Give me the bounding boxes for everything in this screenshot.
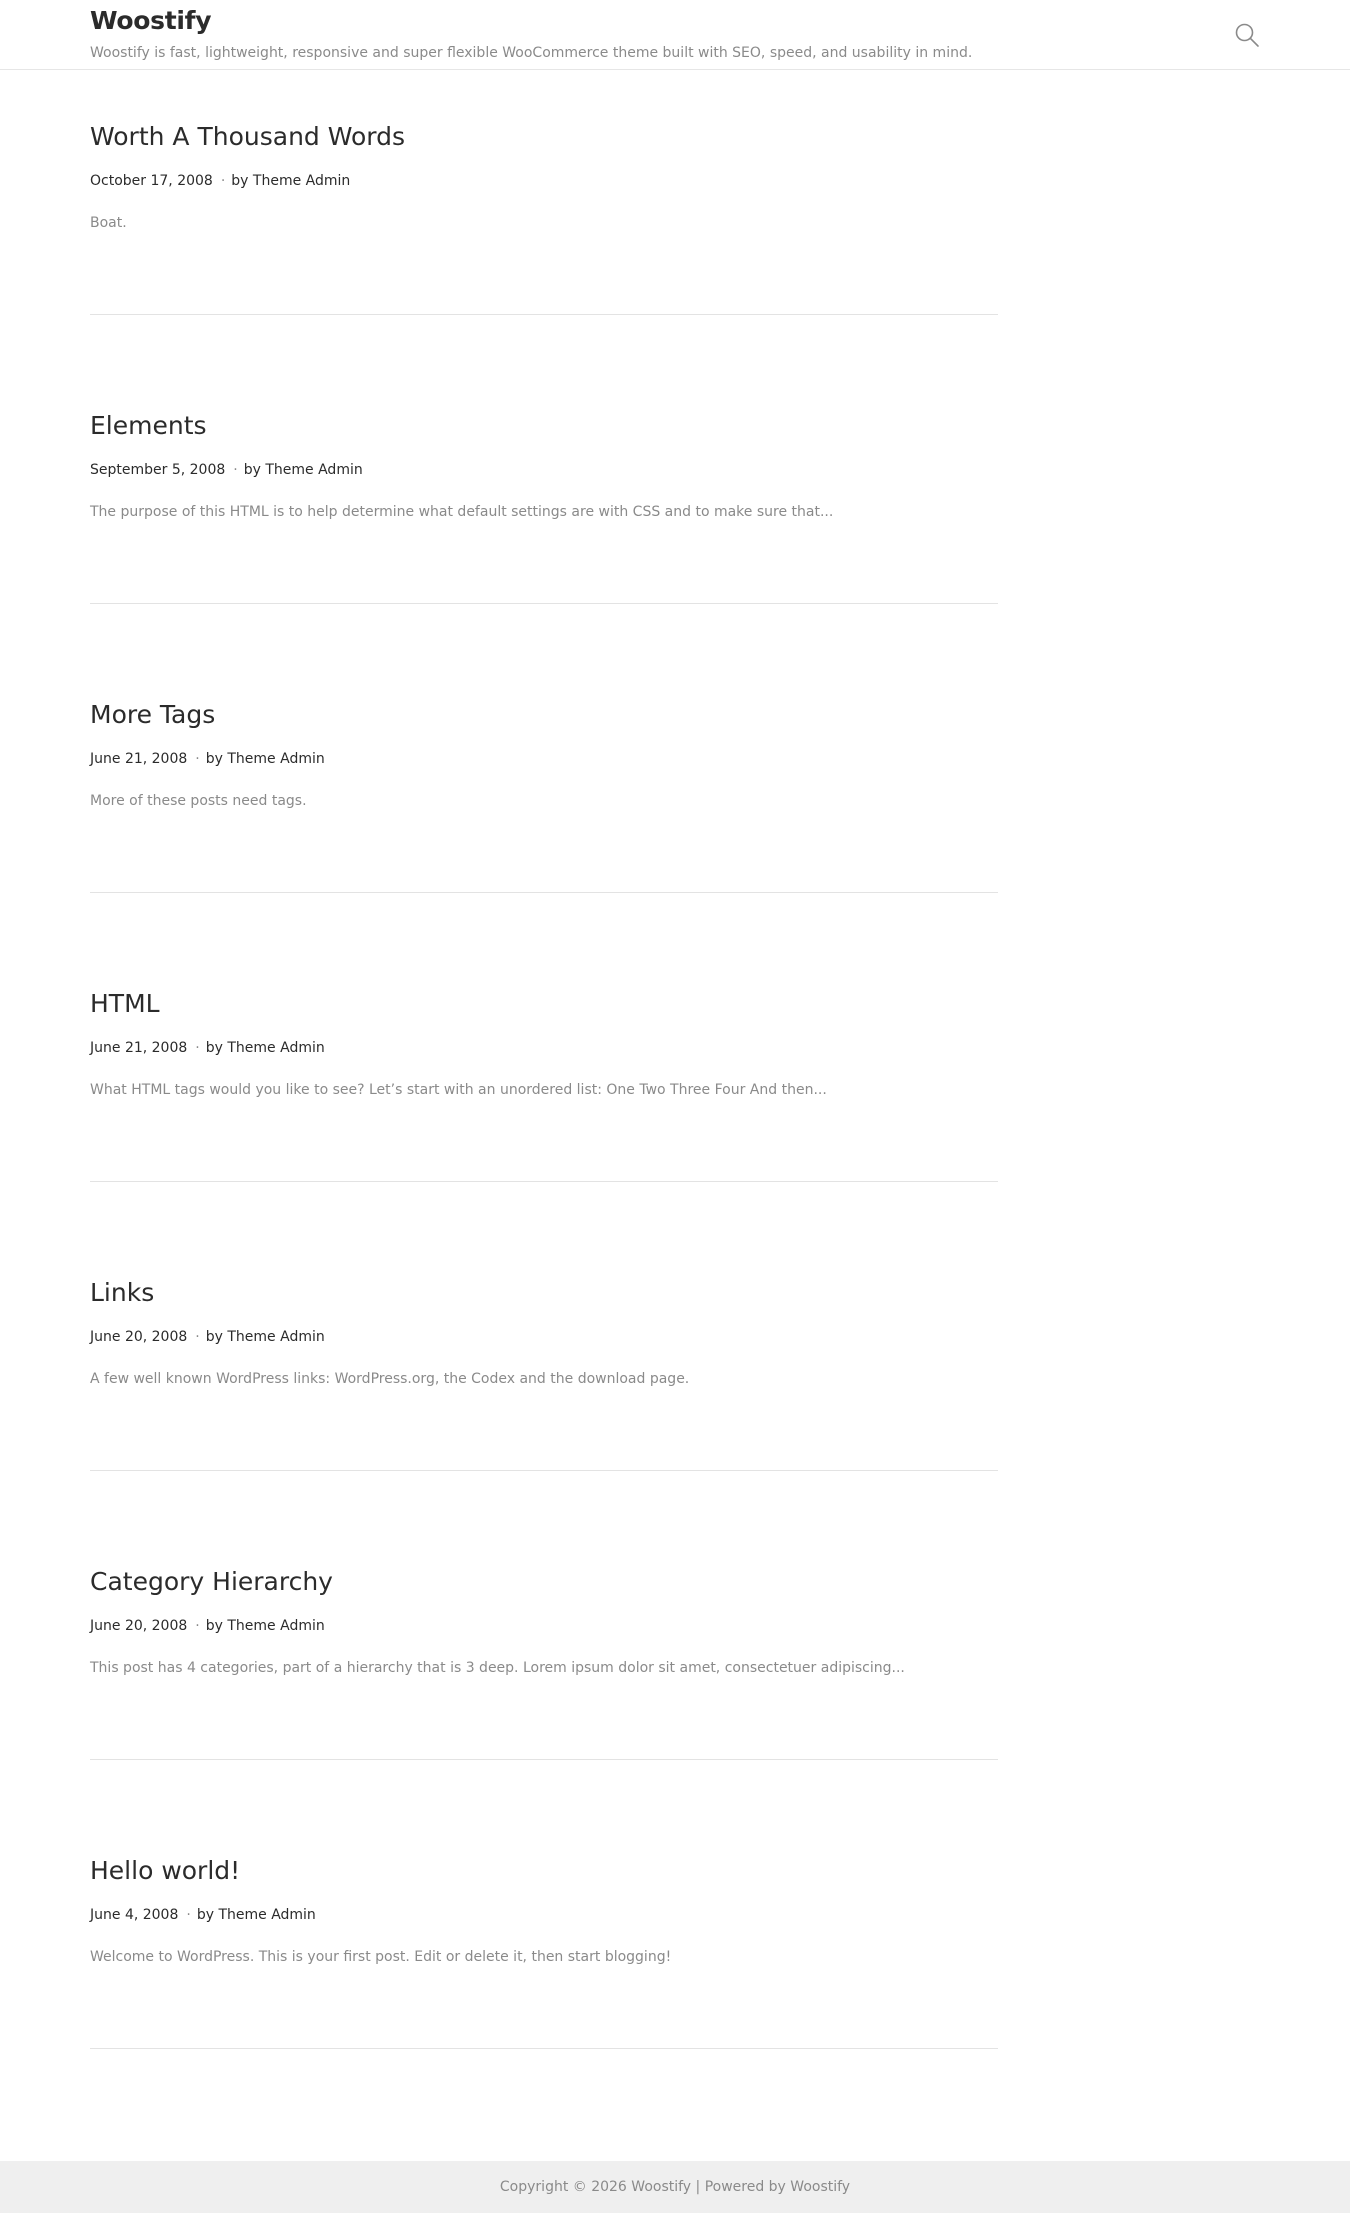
post-divider [90,603,998,604]
post-date-link[interactable]: June 21, 2008 [90,751,187,767]
post-title-link[interactable]: Links [90,1276,154,1310]
post-excerpt: This post has 4 categories, part of a hi… [90,1660,905,1676]
post-divider [90,1470,998,1471]
post-item: HTML June 21, 2008 · by Theme Admin What H… [90,987,998,1276]
post-date-link[interactable]: October 17, 2008 [90,173,213,189]
post-divider [90,2048,998,2049]
post-divider [90,314,998,315]
site-header: Woostify Woostify is fast, lightweight, … [0,0,1350,70]
post-author-link[interactable]: by Theme Admin [244,462,363,478]
post-author-link[interactable]: by Theme Admin [206,751,325,767]
post-item: More Tags June 21, 2008 · by Theme Admin M… [90,698,998,987]
post-meta: June 20, 2008 · by Theme Admin [90,1617,325,1635]
post-meta: June 21, 2008 · by Theme Admin [90,1039,325,1057]
post-date-link[interactable]: June 4, 2008 [90,1907,178,1923]
post-item: Hello world! June 4, 2008 · by Theme Admin… [90,1854,998,2143]
meta-separator: · [186,1907,191,1923]
post-divider [90,892,998,893]
site-tagline: Woostify is fast, lightweight, responsiv… [90,45,973,61]
post-title-link[interactable]: More Tags [90,698,215,732]
post-title-link[interactable]: Elements [90,409,207,443]
post-title-link[interactable]: HTML [90,987,160,1021]
site-footer: Copyright © 2026 Woostify | Powered by W… [0,2161,1350,2213]
post-excerpt: A few well known WordPress links: WordPr… [90,1371,690,1387]
meta-separator: · [195,1618,200,1634]
post-author-link[interactable]: by Theme Admin [206,1040,325,1056]
copyright-text: Copyright © 2026 Woostify | Powered by W… [499,2179,851,2195]
post-date-link[interactable]: June 21, 2008 [90,1040,187,1056]
post-author-link[interactable]: by Theme Admin [231,173,350,189]
post-meta: June 20, 2008 · by Theme Admin [90,1328,325,1346]
post-item: Links June 20, 2008 · by Theme Admin A few… [90,1276,998,1565]
post-title-link[interactable]: Worth A Thousand Words [90,120,405,154]
post-meta: June 4, 2008 · by Theme Admin [90,1906,316,1924]
meta-separator: · [233,462,238,478]
post-divider [90,1181,998,1182]
post-item: Category Hierarchy June 20, 2008 · by Them… [90,1565,998,1854]
post-author-link[interactable]: by Theme Admin [206,1618,325,1634]
post-divider [90,1759,998,1760]
post-excerpt: What HTML tags would you like to see? Le… [90,1082,827,1098]
post-meta: June 21, 2008 · by Theme Admin [90,750,325,768]
site-title-link[interactable]: Woostify [90,4,212,38]
page: Woostify Woostify is fast, lightweight, … [0,0,1350,2213]
post-author-link[interactable]: by Theme Admin [197,1907,316,1923]
post-meta: September 5, 2008 · by Theme Admin [90,461,363,479]
meta-separator: · [195,1329,200,1345]
post-excerpt: Boat. [90,215,127,231]
post-title-link[interactable]: Hello world! [90,1854,240,1888]
post-excerpt: The purpose of this HTML is to help dete… [90,504,834,520]
post-title-link[interactable]: Category Hierarchy [90,1565,333,1599]
meta-separator: · [220,173,226,189]
post-meta: October 17, 2008 · by Theme Admin [90,172,350,190]
meta-separator: · [195,751,200,767]
search-icon[interactable] [1232,20,1262,50]
post-date-link[interactable]: June 20, 2008 [90,1329,187,1345]
post-author-link[interactable]: by Theme Admin [206,1329,325,1345]
post-item: Worth A Thousand Words October 17, 2008 ·… [90,120,998,409]
meta-separator: · [195,1040,200,1056]
post-date-link[interactable]: June 20, 2008 [90,1618,187,1634]
post-item: Elements September 5, 2008 · by Theme Admi… [90,409,998,698]
post-date-link[interactable]: September 5, 2008 [90,462,225,478]
post-excerpt: Welcome to WordPress. This is your first… [90,1949,672,1965]
post-excerpt: More of these posts need tags. [90,793,307,809]
